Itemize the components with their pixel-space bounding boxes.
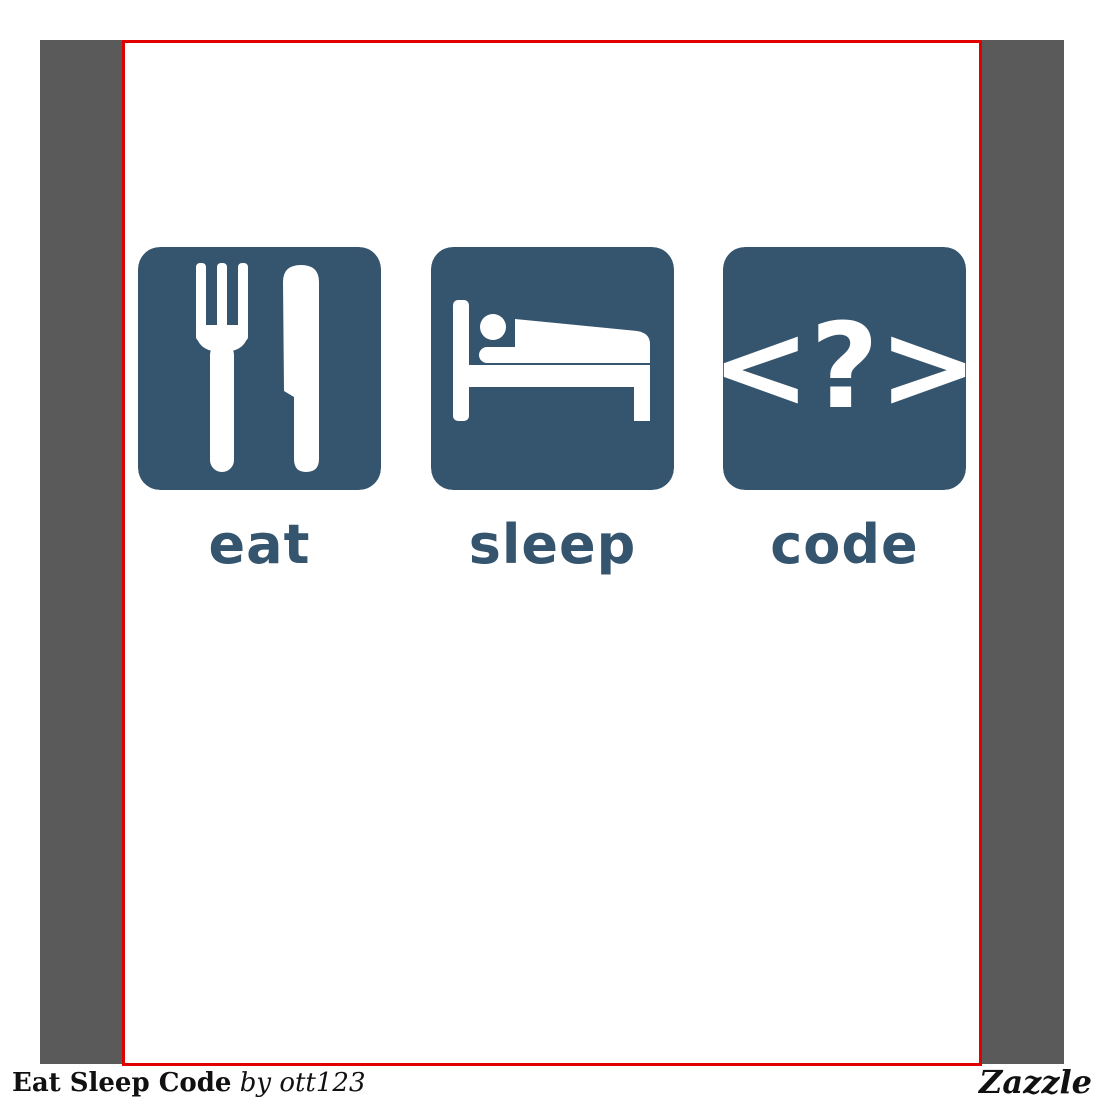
code-tile: <?> [723,247,966,490]
product-title: Eat Sleep Code by ott123 [12,1064,366,1102]
sleep-label: sleep [468,513,637,576]
zazzle-logo[interactable]: Zazzle [979,1062,1092,1102]
code-label: code [770,513,919,576]
product-preview: <?> eat sleep code Eat Sleep Code by ott… [0,0,1104,1104]
code-tag-icon: <?> [723,247,966,490]
fork-knife-icon [138,247,381,490]
eat-tile [138,247,381,490]
eat-label: eat [208,513,311,576]
designer-byline[interactable]: by ott123 [240,1068,366,1098]
sleep-tile [431,247,674,490]
bed-icon [431,247,674,490]
code-glyph-text: <?> [723,297,966,435]
product-name[interactable]: Eat Sleep Code [12,1068,231,1098]
